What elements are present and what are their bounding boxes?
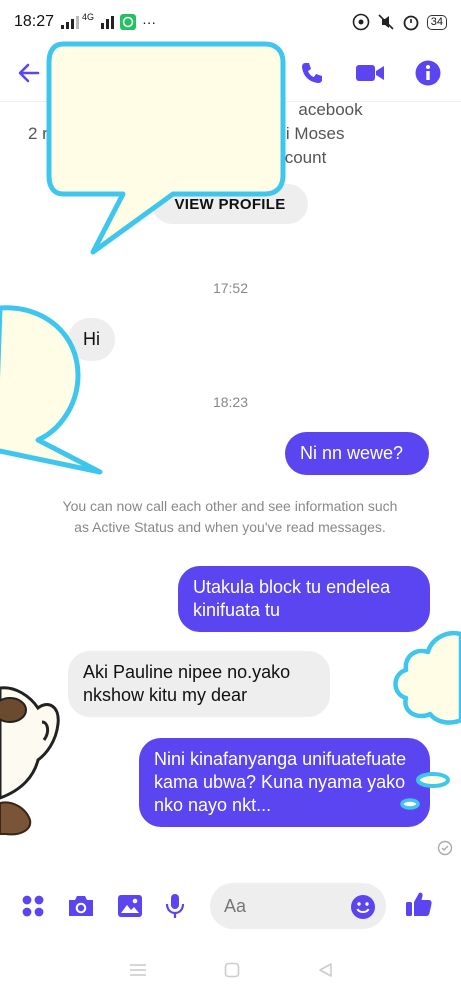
mute-icon xyxy=(378,14,394,30)
hotspot-icon xyxy=(352,13,370,31)
thumbs-up-icon[interactable] xyxy=(404,889,434,924)
system-note: You can now call each other and see info… xyxy=(62,498,398,535)
message-input-wrapper xyxy=(208,883,386,929)
back-arrow-icon[interactable] xyxy=(16,60,42,86)
four-dots-icon[interactable] xyxy=(20,893,46,919)
outgoing-message[interactable]: Nini kinafanyanga unifuatefuate kama ubw… xyxy=(139,738,430,827)
battery-level: 34 xyxy=(426,14,447,30)
camera-icon[interactable] xyxy=(66,893,96,919)
alarm-icon xyxy=(403,15,419,31)
status-bar: 18:27 4G ··· 34 xyxy=(0,0,461,44)
outgoing-message[interactable]: Utakula block tu endelea kinifuata tu xyxy=(178,566,430,632)
smiley-icon[interactable] xyxy=(350,894,376,925)
network-type: 4G xyxy=(82,12,95,22)
whatsapp-icon xyxy=(120,14,137,30)
back-triangle-icon[interactable] xyxy=(317,962,333,978)
thought-cloud-sticker xyxy=(393,630,461,810)
more-notifications: ··· xyxy=(142,14,157,30)
status-time: 18:27 xyxy=(14,13,55,30)
coffee-cup-sticker xyxy=(0,686,60,836)
home-square-icon[interactable] xyxy=(224,962,240,978)
timestamp: 17:52 xyxy=(212,280,249,296)
image-icon[interactable] xyxy=(116,893,144,919)
signal-icon-2 xyxy=(101,16,115,29)
video-camera-icon[interactable] xyxy=(355,62,385,84)
system-navigation-bar xyxy=(0,950,461,990)
outgoing-message[interactable]: Ni nn wewe? xyxy=(285,432,429,475)
seen-check-icon xyxy=(437,840,453,856)
info-icon[interactable] xyxy=(415,60,441,86)
speech-bubble-sticker xyxy=(0,305,103,475)
message-composer xyxy=(0,878,461,934)
signal-icon xyxy=(61,16,80,29)
incoming-message[interactable]: Aki Pauline nipee no.yako nkshow kitu my… xyxy=(68,651,330,717)
microphone-icon[interactable] xyxy=(164,892,186,920)
phone-icon[interactable] xyxy=(299,60,325,86)
speech-bubble-sticker xyxy=(46,41,286,255)
menu-lines-icon[interactable] xyxy=(129,962,147,978)
